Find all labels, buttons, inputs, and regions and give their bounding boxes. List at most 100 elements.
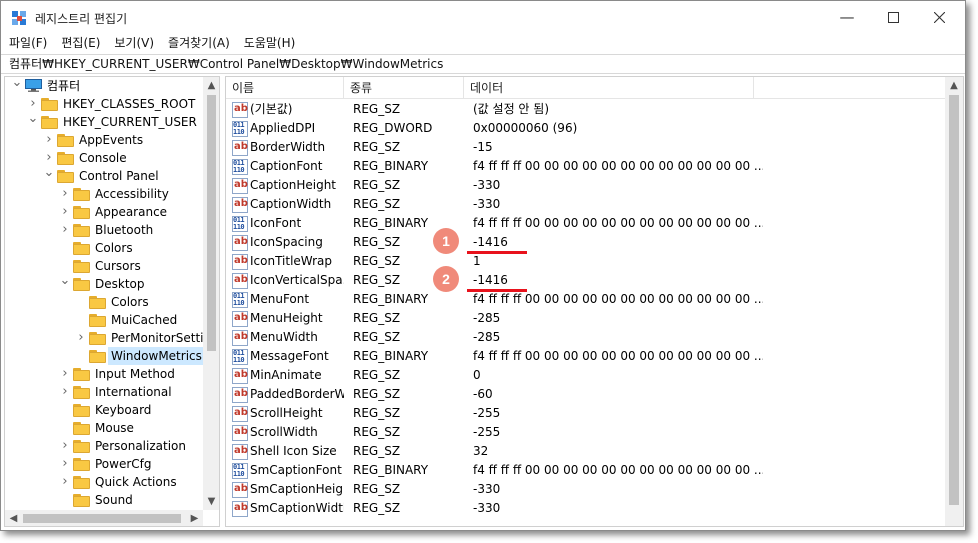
chevron-down-icon[interactable]: ⌄ bbox=[43, 166, 55, 179]
chevron-right-icon[interactable]: › bbox=[59, 455, 71, 473]
maximize-button[interactable] bbox=[870, 1, 916, 33]
menu-edit[interactable]: 편집(E) bbox=[53, 33, 106, 53]
table-row[interactable]: ab IconTitleWrap REG_SZ 1 bbox=[226, 252, 946, 271]
scroll-thumb[interactable] bbox=[23, 514, 181, 523]
tree-item[interactable]: › Personalization bbox=[5, 437, 201, 455]
table-row[interactable]: 011 110 CaptionFont REG_BINARY f4 ff ff ff 0… bbox=[226, 157, 946, 176]
value-name: CaptionWidth bbox=[250, 197, 332, 211]
table-row[interactable]: ab CaptionHeight REG_SZ -330 bbox=[226, 176, 946, 195]
column-header-name[interactable]: 이름 bbox=[226, 77, 344, 99]
table-row[interactable]: ab BorderWidth REG_SZ -15 bbox=[226, 138, 946, 157]
chevron-right-icon[interactable]: › bbox=[59, 203, 71, 221]
list-vertical-scrollbar[interactable]: ▲ bbox=[945, 77, 963, 526]
folder-icon bbox=[73, 494, 90, 507]
value-type: REG_BINARY bbox=[353, 292, 429, 306]
table-row[interactable]: 011 110 MenuFont REG_BINARY f4 ff ff ff 00 0… bbox=[226, 290, 946, 309]
table-row[interactable]: abSmCaptionHeight REG_SZ -330 bbox=[226, 480, 946, 499]
tree-item[interactable]: ⌄ 컴퓨터 bbox=[5, 77, 201, 95]
value-name: PaddedBorderW... bbox=[250, 387, 344, 401]
scroll-up-icon[interactable]: ▲ bbox=[945, 77, 963, 94]
value-data: f4 ff ff ff 00 00 00 00 00 00 00 00 00 0… bbox=[473, 463, 763, 477]
tree-item[interactable]: › AppEvents bbox=[5, 131, 201, 149]
tree-horizontal-scrollbar[interactable]: ◀ ▶ bbox=[5, 510, 203, 526]
table-row[interactable]: 011 110 AppliedDPI REG_DWORD 0x00000060 (96) bbox=[226, 119, 946, 138]
menu-file[interactable]: 파일(F) bbox=[1, 33, 53, 53]
tree-item[interactable]: MuiCached bbox=[5, 311, 201, 329]
registry-editor-window: 레지스트리 편집기 — 파일(F) 편집(E) 보기(V) 즐겨찾기(A) 도움… bbox=[0, 0, 966, 531]
table-row[interactable]: ab MenuWidth REG_SZ -285 bbox=[226, 328, 946, 347]
column-header-type[interactable]: 종류 bbox=[344, 77, 464, 99]
menu-view[interactable]: 보기(V) bbox=[106, 33, 160, 53]
minimize-icon: — bbox=[839, 8, 855, 26]
value-data: -330 bbox=[473, 501, 501, 515]
computer-icon bbox=[25, 79, 42, 92]
menu-help[interactable]: 도움말(H) bbox=[236, 33, 302, 53]
tree-item[interactable]: › PowerCfg bbox=[5, 455, 201, 473]
value-type: REG_BINARY bbox=[353, 159, 429, 173]
table-row[interactable]: ab CaptionWidth REG_SZ -330 bbox=[226, 195, 946, 214]
tree-item[interactable]: Keyboard bbox=[5, 401, 201, 419]
tree-item[interactable]: Cursors bbox=[5, 257, 201, 275]
table-row[interactable]: ab ScrollWidth REG_SZ -255 bbox=[226, 423, 946, 442]
tree-item[interactable]: Colors bbox=[5, 239, 201, 257]
chevron-right-icon[interactable]: › bbox=[59, 185, 71, 203]
chevron-right-icon[interactable]: › bbox=[59, 473, 71, 491]
scroll-right-icon[interactable]: ▶ bbox=[186, 510, 203, 526]
tree-item[interactable]: › Input Method bbox=[5, 365, 201, 383]
menu-favorites[interactable]: 즐겨찾기(A) bbox=[160, 33, 236, 53]
tree-item-label: Cursors bbox=[95, 259, 141, 273]
address-bar[interactable]: 컴퓨터₩HKEY_CURRENT_USER₩Control Panel₩Desk… bbox=[1, 54, 965, 74]
tree-vertical-scrollbar[interactable]: ▲ ▼ bbox=[203, 77, 219, 510]
chevron-right-icon[interactable]: › bbox=[43, 131, 55, 149]
tree-item[interactable]: › Appearance bbox=[5, 203, 201, 221]
table-row[interactable]: ab (기본값) REG_SZ (값 설정 안 됨) bbox=[226, 100, 946, 119]
table-row[interactable]: 011 110 IconFont REG_BINARY f4 ff ff ff 00 0… bbox=[226, 214, 946, 233]
column-header-data[interactable]: 데이터 bbox=[464, 77, 754, 99]
window-title: 레지스트리 편집기 bbox=[35, 12, 128, 26]
tree-item[interactable]: WindowMetrics bbox=[5, 347, 205, 365]
table-row[interactable]: abPaddedBorderW... REG_SZ -60 bbox=[226, 385, 946, 404]
chevron-right-icon[interactable]: › bbox=[59, 365, 71, 383]
scroll-thumb[interactable] bbox=[949, 95, 959, 505]
tree-item[interactable]: › International bbox=[5, 383, 201, 401]
scroll-down-icon[interactable]: ▼ bbox=[203, 493, 219, 510]
minimize-button[interactable]: — bbox=[824, 1, 870, 33]
table-row[interactable]: ab MinAnimate REG_SZ 0 bbox=[226, 366, 946, 385]
table-row[interactable]: ab ScrollHeight REG_SZ -255 bbox=[226, 404, 946, 423]
chevron-right-icon[interactable]: › bbox=[75, 329, 87, 347]
tree-item[interactable]: › PerMonitorSettings bbox=[5, 329, 219, 347]
chevron-down-icon[interactable]: ⌄ bbox=[27, 112, 39, 125]
tree-item[interactable]: › Quick Actions bbox=[5, 473, 201, 491]
tree-item[interactable]: ⌄ HKEY_CURRENT_USER bbox=[5, 112, 201, 131]
table-row[interactable]: 011 110 MessageFont REG_BINARY f4 ff ff ff 0… bbox=[226, 347, 946, 366]
table-row[interactable]: ab MenuHeight REG_SZ -285 bbox=[226, 309, 946, 328]
table-row[interactable]: ab SmCaptionWidth REG_SZ -330 bbox=[226, 499, 946, 518]
scroll-left-icon[interactable]: ◀ bbox=[5, 510, 22, 526]
value-data: -285 bbox=[473, 330, 501, 344]
string-value-icon: ab bbox=[232, 387, 248, 403]
table-row[interactable]: ab IconSpacing REG_SZ -1416 bbox=[226, 233, 946, 252]
chevron-right-icon[interactable]: › bbox=[59, 437, 71, 455]
tree-item[interactable]: Sound bbox=[5, 491, 201, 509]
tree-item[interactable]: ⌄ Control Panel bbox=[5, 166, 201, 185]
value-name: ScrollWidth bbox=[250, 425, 318, 439]
value-data: -330 bbox=[473, 178, 501, 192]
chevron-right-icon[interactable]: › bbox=[59, 221, 71, 239]
scroll-thumb[interactable] bbox=[207, 95, 216, 351]
tree-item[interactable]: › Console bbox=[5, 149, 201, 167]
close-button[interactable] bbox=[916, 1, 962, 33]
scroll-up-icon[interactable]: ▲ bbox=[203, 77, 219, 94]
chevron-down-icon[interactable]: ⌄ bbox=[59, 274, 71, 287]
tree-item[interactable]: Colors bbox=[5, 293, 201, 311]
tree-item[interactable]: › Accessibility bbox=[5, 185, 201, 203]
chevron-down-icon[interactable]: ⌄ bbox=[11, 77, 23, 89]
chevron-right-icon[interactable]: › bbox=[59, 383, 71, 401]
table-row[interactable]: ab Shell Icon Size REG_SZ 32 bbox=[226, 442, 946, 461]
key-tree: ⌄ 컴퓨터 › HKEY_CLASSES_ROOT ⌄ HKEY_CURRENT_USER… bbox=[4, 76, 220, 527]
tree-item[interactable]: › Bluetooth bbox=[5, 221, 201, 239]
value-type: REG_SZ bbox=[353, 330, 401, 344]
tree-item[interactable]: Mouse bbox=[5, 419, 201, 437]
tree-item[interactable]: ⌄ Desktop bbox=[5, 274, 201, 293]
table-row[interactable]: 011 110 SmCaptionFont REG_BINARY f4 ff ff ff… bbox=[226, 461, 946, 480]
table-row[interactable]: ab IconVerticalSpa... REG_SZ -1416 bbox=[226, 271, 946, 290]
